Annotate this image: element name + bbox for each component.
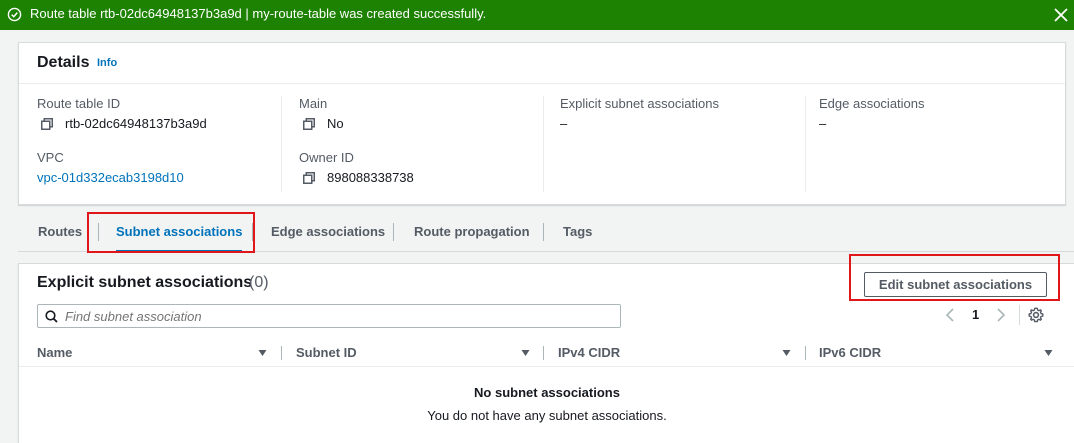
check-circle-icon (7, 7, 22, 22)
explicit-associations-value: – (560, 116, 568, 131)
sort-down-icon (521, 350, 530, 356)
panel-title: Explicit subnet associations (37, 274, 253, 291)
route-table-id-label: Route table ID (37, 96, 121, 111)
empty-state-title: No subnet associations (474, 385, 620, 400)
vpc-link[interactable]: vpc-01d332ecab3198d10 (37, 170, 184, 186)
success-banner: Route table rtb-02dc64948137b3a9d | my-r… (0, 0, 1074, 30)
column-label: Name (37, 345, 73, 360)
column-header-subnet-id[interactable]: Subnet ID (296, 339, 531, 367)
column-label: IPv6 CIDR (819, 345, 882, 360)
highlight-box-edit-button (849, 254, 1060, 301)
empty-state-message: You do not have any subnet associations. (427, 408, 667, 423)
route-table-id: rtb-02dc64948137b3a9d (65, 116, 207, 131)
search-input[interactable] (65, 307, 615, 325)
page-number[interactable]: 1 (972, 307, 979, 322)
column-divider (281, 346, 282, 360)
sort-down-icon (1044, 350, 1053, 356)
vpc-value: vpc-01d332ecab3198d10 (37, 170, 282, 186)
details-column-2: Main No Owner ID 898088338738 (281, 96, 543, 192)
main-value: No (299, 116, 543, 132)
tab-divider (543, 223, 544, 241)
copy-icon[interactable] (303, 172, 315, 184)
details-title: Details (37, 54, 90, 71)
copy-icon[interactable] (303, 118, 315, 130)
details-column-1: Route table ID rtb-02dc64948137b3a9d VPC… (37, 96, 282, 192)
column-divider (543, 346, 544, 360)
owner-id-label: Owner ID (299, 150, 354, 165)
owner-id-value: 898088338738 (299, 170, 543, 186)
sort-down-icon (258, 350, 267, 356)
explicit-associations-label: Explicit subnet associations (560, 96, 719, 111)
search-box[interactable] (37, 304, 621, 328)
highlight-box-tab (87, 212, 255, 253)
column-header-name[interactable]: Name (37, 339, 272, 367)
gear-icon[interactable] (1028, 307, 1044, 323)
main-label: Main (299, 96, 328, 111)
chevron-right-icon[interactable] (994, 307, 1008, 323)
copy-icon[interactable] (41, 118, 53, 130)
column-label: Subnet ID (296, 345, 357, 360)
table-header: Name Subnet ID IPv4 CIDR IPv6 CIDR (19, 339, 1074, 367)
search-icon (45, 310, 58, 323)
chevron-left-icon[interactable] (943, 307, 957, 323)
info-link[interactable]: Info (97, 57, 117, 69)
column-header-ipv4-cidr[interactable]: IPv4 CIDR (558, 339, 793, 367)
column-label: IPv4 CIDR (558, 345, 621, 360)
association-count: (0) (249, 274, 269, 291)
tab-divider (393, 223, 394, 241)
tab-route-propagation[interactable]: Route propagation (414, 212, 530, 252)
column-divider (805, 346, 806, 360)
details-panel: Details Info Route table ID rtb-02dc6494… (18, 42, 1066, 205)
column-header-ipv6-cidr[interactable]: IPv6 CIDR (819, 339, 1059, 367)
details-column-3: Explicit subnet associations – (543, 96, 805, 192)
vpc-label: VPC (37, 150, 64, 165)
owner-id: 898088338738 (327, 170, 414, 185)
main: No (327, 116, 344, 131)
tab-edge-associations[interactable]: Edge associations (271, 212, 385, 252)
pager-divider (1019, 305, 1020, 325)
edge-associations-label: Edge associations (819, 96, 925, 111)
edge-associations-value: – (819, 116, 827, 131)
tab-routes[interactable]: Routes (38, 212, 82, 252)
banner-message: Route table rtb-02dc64948137b3a9d | my-r… (30, 6, 487, 21)
sort-down-icon (782, 350, 791, 356)
route-table-id-value: rtb-02dc64948137b3a9d (37, 116, 282, 132)
details-column-4: Edge associations – (805, 96, 1055, 192)
details-header: Details Info (19, 43, 1065, 84)
tab-tags[interactable]: Tags (563, 212, 592, 252)
close-icon[interactable] (1050, 4, 1072, 26)
